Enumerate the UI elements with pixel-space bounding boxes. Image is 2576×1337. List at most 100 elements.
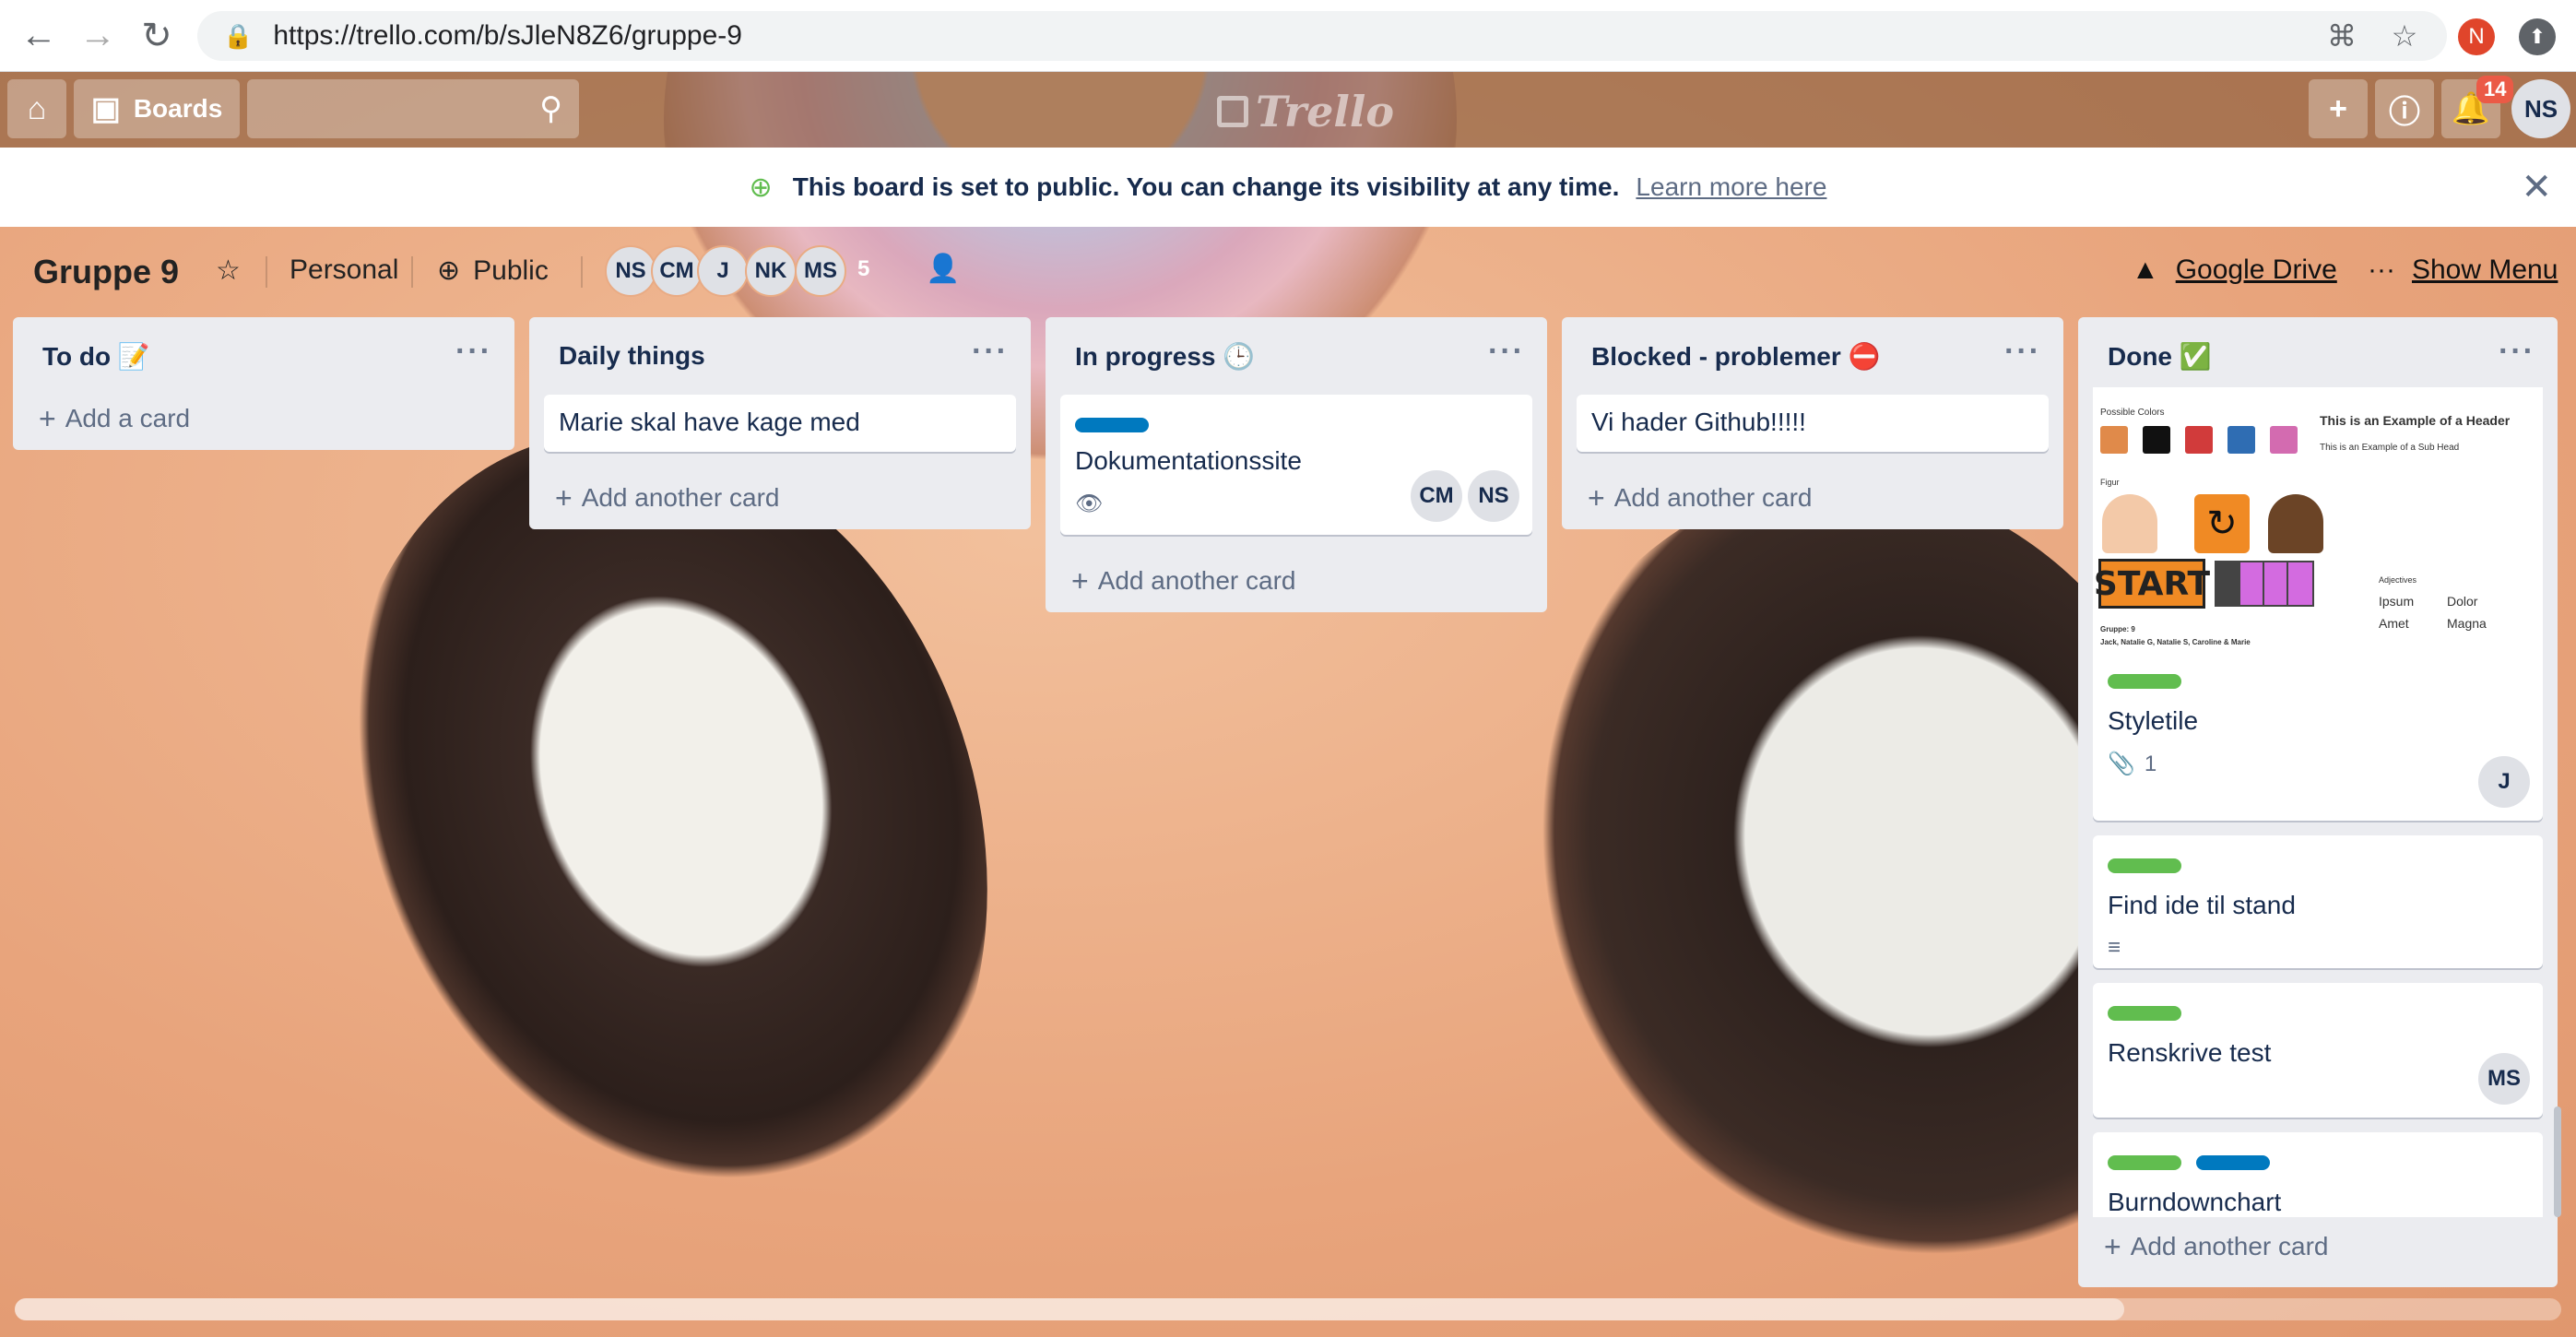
color-swatch	[2227, 426, 2255, 454]
trello-logo[interactable]: Trello	[1217, 87, 1394, 136]
user-avatar[interactable]: NS	[2511, 79, 2570, 138]
list-title[interactable]: To do 📝	[42, 341, 150, 372]
list-header[interactable]: Daily things ···	[529, 317, 1031, 395]
public-visibility-banner: ⊕ This board is set to public. You can c…	[0, 148, 2576, 227]
show-menu-label: Show Menu	[2411, 254, 2558, 285]
search-icon[interactable]: ⚲	[539, 90, 562, 127]
list-title[interactable]: In progress 🕒	[1075, 341, 1255, 372]
card-badges: 📎 1	[2108, 751, 2528, 777]
add-card-button[interactable]: + Add another card	[529, 467, 1031, 529]
list-header[interactable]: Blocked - problemer ⛔ ···	[1562, 317, 2063, 395]
board-title[interactable]: Gruppe 9	[33, 253, 179, 291]
preview-figur-label: Figur	[2100, 478, 2120, 487]
bookmark-star-icon[interactable]: ☆	[2386, 18, 2423, 53]
list-header[interactable]: In progress 🕒 ···	[1046, 317, 1547, 395]
board-member-avatar[interactable]: NK	[745, 245, 797, 297]
card-label-blue	[2195, 1155, 2270, 1170]
info-button[interactable]: ⓘ	[2375, 79, 2434, 138]
card[interactable]: Dokumentationssite 👁 CM NS	[1060, 395, 1532, 535]
translate-icon[interactable]: ⌘	[2323, 18, 2360, 53]
card-member-avatar[interactable]: NS	[1468, 470, 1519, 522]
add-card-button[interactable]: + Add another card	[1562, 467, 2063, 529]
list-title[interactable]: Daily things	[559, 341, 705, 371]
forward-icon[interactable]: →	[68, 6, 127, 65]
card[interactable]: Renskrive test MS	[2093, 983, 2543, 1118]
search-input[interactable]: ⚲	[247, 79, 579, 138]
card[interactable]: Find ide til stand ≡	[2093, 835, 2543, 968]
invite-member-icon[interactable]: 👤	[926, 253, 960, 285]
description-icon: ≡	[2108, 935, 2121, 960]
list-title[interactable]: Blocked - problemer ⛔	[1591, 341, 1880, 372]
list-menu-icon[interactable]: ···	[1488, 334, 1525, 370]
board-scrollbar-thumb[interactable]	[15, 1298, 2124, 1320]
add-card-button[interactable]: + Add another card	[1046, 550, 1547, 612]
list-blocked: Blocked - problemer ⛔ ··· Vi hader Githu…	[1562, 317, 2063, 529]
board-member-avatar[interactable]: MS	[795, 245, 846, 297]
list-header[interactable]: Done ✅ ···	[2078, 317, 2558, 395]
card[interactable]: Vi hader Github!!!!!	[1577, 395, 2049, 452]
card-title: Dokumentationssite	[1075, 446, 1302, 475]
trello-logo-icon	[1217, 96, 1248, 127]
star-button[interactable]: ☆	[216, 254, 241, 287]
extension-icon[interactable]: ⬆	[2519, 18, 2556, 55]
create-button[interactable]: +	[2309, 79, 2368, 138]
board-member-avatar[interactable]: J	[697, 245, 749, 297]
board-member-avatar[interactable]: NS	[605, 245, 656, 297]
back-icon[interactable]: ←	[9, 6, 68, 65]
add-card-button[interactable]: + Add another card	[2078, 1215, 2329, 1278]
boards-button[interactable]: ▣ Boards	[74, 79, 240, 138]
close-icon[interactable]: ✕	[2521, 166, 2552, 208]
info-icon: ⓘ	[2389, 94, 2420, 130]
member-count[interactable]: 5	[857, 256, 869, 282]
globe-icon: ⊕	[437, 255, 461, 286]
card[interactable]: Marie skal have kage med	[544, 395, 1016, 452]
reload-icon[interactable]: ↻	[127, 6, 186, 65]
card-label-blue	[1075, 418, 1149, 432]
card-member-avatar[interactable]: MS	[2478, 1053, 2530, 1105]
add-card-label: Add another card	[581, 483, 780, 512]
card-title: Burndownchart	[2108, 1188, 2282, 1216]
home-button[interactable]: ⌂	[7, 79, 66, 138]
preview-subhead: This is an Example of a Sub Head	[2320, 443, 2460, 453]
google-drive-label: Google Drive	[2175, 254, 2337, 285]
card-title: Marie skal have kage med	[559, 408, 860, 436]
list-title[interactable]: Done ✅	[2108, 341, 2212, 372]
preview-start-button: START	[2094, 559, 2210, 609]
watching-eye-icon: 👁	[1075, 491, 1104, 516]
boards-icon: ▣	[90, 91, 121, 126]
add-card-label: Add another card	[1097, 566, 1296, 595]
list-scrollbar[interactable]	[2554, 1106, 2561, 1217]
url-text[interactable]: https://trello.com/b/sJleN8Z6/gruppe-9	[273, 20, 742, 52]
color-swatch	[2100, 426, 2128, 454]
card[interactable]: Burndownchart	[2093, 1132, 2543, 1217]
card-member-avatar[interactable]: CM	[1411, 470, 1462, 522]
board-member-avatar[interactable]: CM	[651, 245, 703, 297]
preview-tile	[2286, 561, 2314, 607]
star-icon: ☆	[216, 255, 241, 286]
browser-profile-avatar[interactable]: N	[2458, 18, 2495, 55]
add-card-button[interactable]: + Add a card	[13, 387, 514, 450]
list-menu-icon[interactable]: ···	[2499, 334, 2535, 370]
address-bar[interactable]: 🔒 https://trello.com/b/sJleN8Z6/gruppe-9…	[197, 11, 2447, 61]
team-button[interactable]: Personal	[290, 254, 398, 286]
card[interactable]: Possible Colors This is an Example of a …	[2093, 387, 2543, 821]
color-swatch	[2143, 426, 2170, 454]
board-scrollbar[interactable]	[15, 1298, 2561, 1320]
preview-figure-boy	[2102, 494, 2157, 553]
attachment-count: 1	[2144, 751, 2157, 776]
learn-more-link[interactable]: Learn more here	[1636, 172, 1826, 202]
google-drive-button[interactable]: ▲ Google Drive	[2132, 254, 2337, 286]
card-label-green	[2108, 858, 2181, 873]
plus-icon: +	[1588, 480, 1605, 515]
list-menu-icon[interactable]: ···	[2004, 334, 2041, 370]
list-header[interactable]: To do 📝 ···	[13, 317, 514, 395]
card-title: Vi hader Github!!!!!	[1591, 408, 1806, 436]
visibility-button[interactable]: ⊕ Public	[437, 254, 549, 287]
preview-adjective: Dolor	[2447, 594, 2478, 609]
card-member-avatar[interactable]: J	[2478, 756, 2530, 808]
show-menu-button[interactable]: ··· Show Menu	[2368, 254, 2558, 286]
list-menu-icon[interactable]: ···	[972, 334, 1009, 370]
list-cards-container[interactable]: Possible Colors This is an Example of a …	[2078, 387, 2558, 1217]
preview-figure-girl	[2268, 494, 2323, 553]
list-menu-icon[interactable]: ···	[455, 334, 492, 370]
